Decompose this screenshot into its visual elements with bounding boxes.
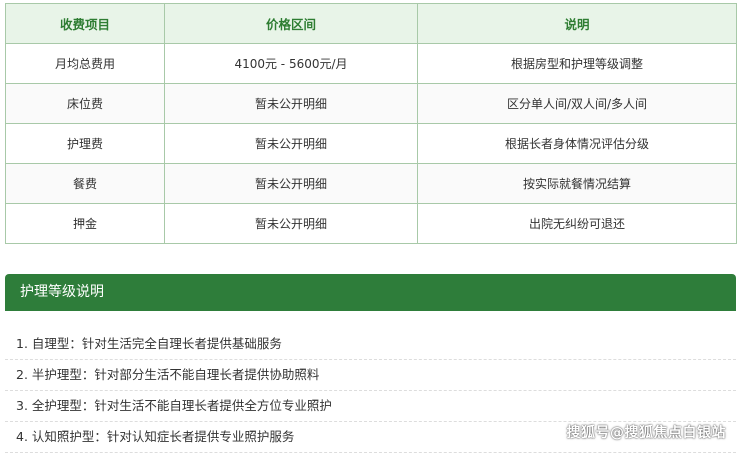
table-cell: 按实际就餐情况结算 — [417, 163, 737, 204]
table-cell: 暂未公开明细 — [164, 123, 418, 164]
table-cell: 暂未公开明细 — [164, 203, 418, 244]
table-row: 押金 暂未公开明细 出院无纠纷可退还 — [5, 203, 737, 244]
table-row: 床位费 暂未公开明细 区分单人间/双人间/多人间 — [5, 83, 737, 124]
care-levels-header: 护理等级说明 — [5, 274, 736, 311]
table-row: 月均总费用 4100元 - 5600元/月 根据房型和护理等级调整 — [5, 43, 737, 84]
table-cell: 押金 — [5, 203, 165, 244]
list-item: 1. 自理型：针对生活完全自理长者提供基础服务 — [5, 329, 736, 360]
fee-table: 收费项目 价格区间 说明 月均总费用 4100元 - 5600元/月 根据房型和… — [5, 3, 737, 244]
table-row: 餐费 暂未公开明细 按实际就餐情况结算 — [5, 163, 737, 204]
table-cell: 暂未公开明细 — [164, 163, 418, 204]
column-header-price: 价格区间 — [164, 3, 418, 44]
section-title: 护理等级说明 — [20, 284, 104, 300]
table-cell: 4100元 - 5600元/月 — [164, 43, 418, 84]
list-item: 2. 半护理型：针对部分生活不能自理长者提供协助照料 — [5, 360, 736, 391]
table-cell: 护理费 — [5, 123, 165, 164]
table-cell: 出院无纠纷可退还 — [417, 203, 737, 244]
column-header-item: 收费项目 — [5, 3, 165, 44]
table-row: 护理费 暂未公开明细 根据长者身体情况评估分级 — [5, 123, 737, 164]
column-header-note: 说明 — [417, 3, 737, 44]
table-cell: 区分单人间/双人间/多人间 — [417, 83, 737, 124]
list-item: 3. 全护理型：针对生活不能自理长者提供全方位专业照护 — [5, 391, 736, 422]
table-cell: 根据房型和护理等级调整 — [417, 43, 737, 84]
watermark-text: 搜狐号@搜狐焦点白银站 — [566, 425, 726, 441]
table-cell: 根据长者身体情况评估分级 — [417, 123, 737, 164]
table-cell: 床位费 — [5, 83, 165, 124]
table-cell: 餐费 — [5, 163, 165, 204]
table-cell: 月均总费用 — [5, 43, 165, 84]
table-cell: 暂未公开明细 — [164, 83, 418, 124]
table-header-row: 收费项目 价格区间 说明 — [5, 3, 737, 44]
